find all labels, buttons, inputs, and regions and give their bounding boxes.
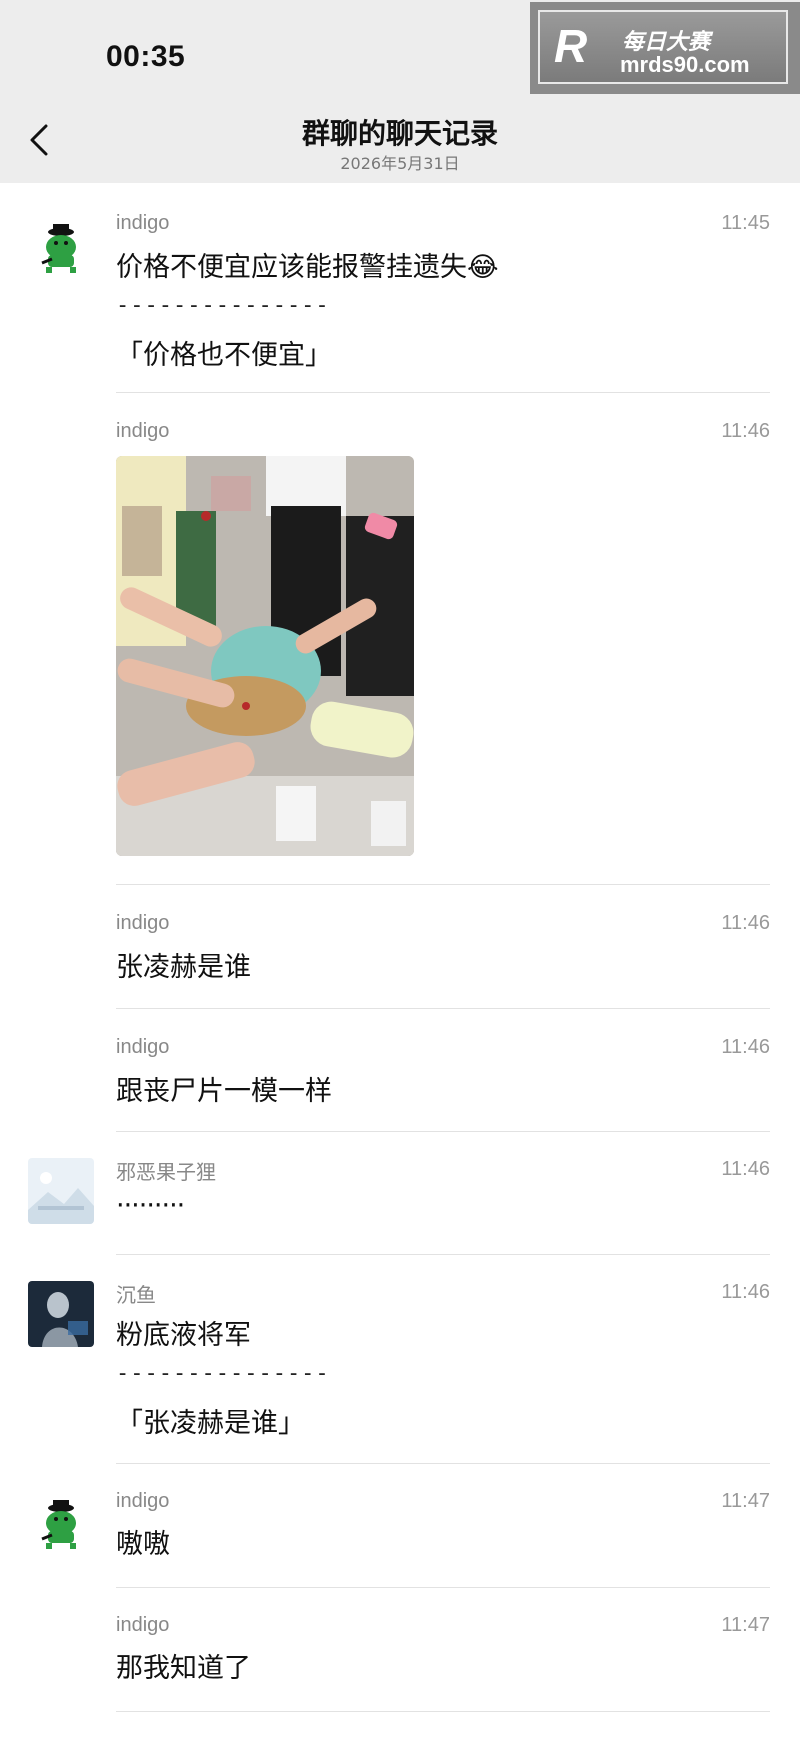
green-frog-avatar[interactable] (28, 215, 94, 281)
green-frog-avatar[interactable] (28, 1491, 94, 1557)
message-divider (116, 392, 770, 393)
sender-name: indigo (116, 420, 170, 442)
page-date: 2026年5月31日 (340, 154, 460, 173)
message-divider (116, 1131, 770, 1132)
message-photo[interactable] (116, 456, 414, 856)
message-time: 11:46 (721, 912, 770, 934)
quoted-text[interactable]: 「价格也不便宜」 (116, 333, 332, 372)
message-time: 11:46 (721, 1036, 770, 1058)
message-time: 11:45 (721, 212, 770, 234)
quoted-text[interactable]: 「张凌赫是谁」 (116, 1401, 305, 1440)
sender-name: indigo (116, 1490, 170, 1512)
message-time: 11:47 (721, 1614, 770, 1636)
message-time: 11:47 (721, 1490, 770, 1512)
message-text[interactable]: 价格不便宜应该能报警挂遗失😂 (116, 245, 499, 284)
message-divider (116, 1587, 770, 1588)
watermark-frame: R 每日大赛 mrds90.com (538, 10, 788, 84)
sender-name: 邪恶果子狸 (116, 1162, 216, 1184)
message-text[interactable]: 嗷嗷 (116, 1522, 170, 1561)
message-divider (116, 1711, 770, 1712)
watermark: R 每日大赛 mrds90.com (530, 2, 800, 94)
message-text[interactable]: 粉底液将军 (116, 1313, 251, 1352)
quote-separator: --------------- (116, 1361, 330, 1386)
message-divider (116, 884, 770, 885)
top-bar: 00:35 R 每日大赛 mrds90.com 群聊的聊天记录 2026年5月3… (0, 0, 800, 183)
message-time: 11:46 (721, 1158, 770, 1180)
sender-name: indigo (116, 912, 170, 934)
message-text[interactable]: 张凌赫是谁 (116, 945, 251, 984)
landscape-placeholder-avatar[interactable] (28, 1158, 94, 1224)
message-body: 价格不便宜应该能报警挂遗失 (116, 252, 467, 283)
message-time: 11:46 (721, 420, 770, 442)
laughing-emoji: 😂 (467, 252, 499, 283)
watermark-logo: R (554, 20, 588, 72)
dark-portrait-avatar[interactable] (28, 1281, 94, 1347)
message-time: 11:46 (721, 1281, 770, 1303)
page-title: 群聊的聊天记录 (301, 117, 498, 150)
sender-name: indigo (116, 1036, 170, 1058)
photo-image (116, 456, 414, 856)
quote-separator: --------------- (116, 293, 330, 318)
message-divider (116, 1463, 770, 1464)
watermark-url: mrds90.com (620, 52, 750, 77)
message-text[interactable]: 跟丧尸片一模一样 (116, 1069, 332, 1108)
message-divider (116, 1254, 770, 1255)
sender-name: indigo (116, 1614, 170, 1636)
message-text[interactable]: 那我知道了 (116, 1646, 251, 1685)
status-time: 00:35 (106, 40, 186, 73)
sender-name: 沉鱼 (116, 1285, 156, 1307)
message-text[interactable]: ········· (116, 1190, 185, 1221)
sender-name: indigo (116, 212, 170, 234)
message-divider (116, 1008, 770, 1009)
